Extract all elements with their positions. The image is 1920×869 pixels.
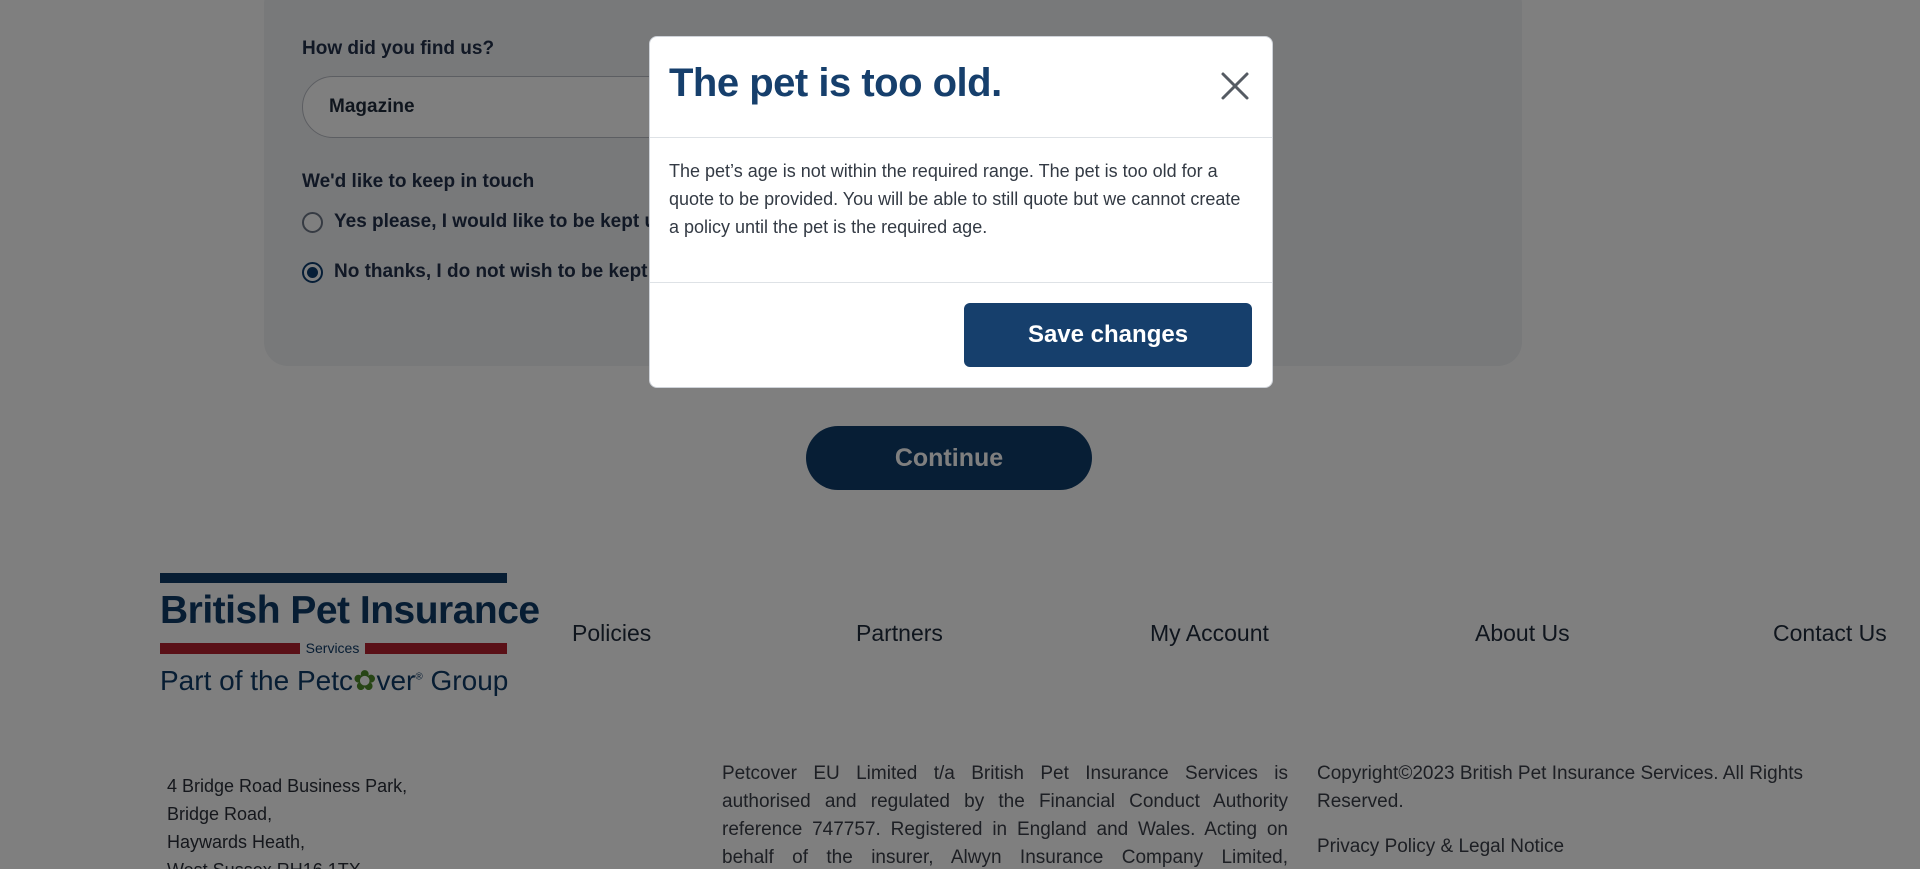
- modal-body-text: The pet’s age is not within the required…: [669, 161, 1241, 237]
- age-warning-modal: The pet is too old. The pet’s age is not…: [649, 36, 1273, 388]
- modal-title: The pet is too old.: [669, 61, 1002, 105]
- close-icon[interactable]: [1219, 70, 1251, 102]
- modal-footer-divider: [650, 282, 1272, 283]
- save-changes-button[interactable]: Save changes: [964, 303, 1252, 367]
- page: How did you find us? Magazine We'd like …: [0, 0, 1920, 869]
- modal-header-divider: [650, 137, 1272, 138]
- close-icon-svg: [1221, 72, 1249, 100]
